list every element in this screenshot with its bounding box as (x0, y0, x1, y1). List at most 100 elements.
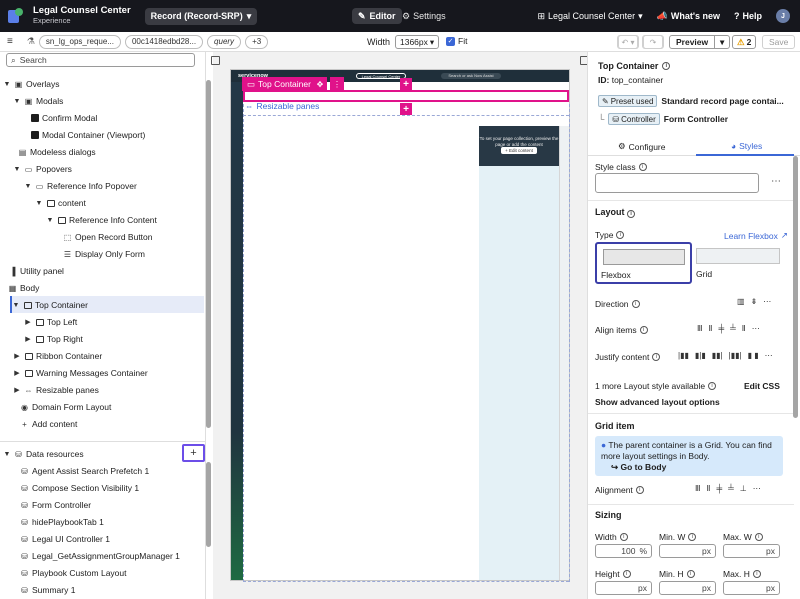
grid-option[interactable]: Grid (696, 246, 782, 282)
caret-down-icon[interactable]: ▼ (35, 200, 43, 207)
app-name[interactable]: Legal Counsel Center Experience (33, 6, 131, 26)
flexbox-option[interactable]: Flexbox (595, 242, 692, 284)
align-end-icon[interactable]: ╧ (728, 484, 734, 493)
chevron-down-icon[interactable]: ▾ (715, 36, 729, 48)
tree-item-ribbon-container[interactable]: ▶ Ribbon Container (13, 348, 102, 364)
data-resource-item[interactable]: ⛁ Summary 1 (20, 582, 75, 598)
info-icon[interactable]: i (708, 382, 717, 390)
more-options-button[interactable]: ⋮ (330, 77, 344, 91)
direction-row-icon[interactable]: ▥ (737, 297, 745, 306)
info-icon[interactable]: i (639, 326, 648, 334)
url-param-chip[interactable]: 00c1418edbd28... (124, 34, 204, 49)
info-icon[interactable]: i (631, 300, 640, 308)
tree-item-utility-panel[interactable]: ▐ Utility panel (8, 263, 64, 279)
info-icon[interactable]: i (688, 533, 697, 541)
tree-item-content[interactable]: ▼ content (35, 195, 86, 211)
align-start-icon[interactable]: Ⅱ (707, 484, 711, 493)
show-advanced-layout-button[interactable]: Show advanced layout options (595, 397, 720, 407)
caret-down-icon[interactable]: ▼ (13, 98, 21, 105)
undo-button[interactable]: ↶ ▾ (617, 35, 639, 49)
caret-right-icon[interactable]: ▶ (24, 335, 32, 343)
info-icon[interactable]: i (752, 570, 761, 578)
collapse-left-panel-icon[interactable] (211, 56, 220, 65)
info-icon[interactable]: i (638, 163, 647, 171)
info-icon[interactable]: i (754, 533, 763, 541)
preview-edit-content-button[interactable]: + Edit content (501, 147, 537, 154)
tab-styles[interactable]: ◕ Styles (731, 141, 762, 151)
add-content-above-button[interactable]: + (400, 78, 412, 90)
menu-icon[interactable]: ≡ (7, 36, 13, 47)
align-start-icon[interactable]: Ⅱ (709, 324, 713, 333)
justify-between-icon[interactable]: |▮▮| (729, 351, 742, 360)
save-button[interactable]: Save (762, 35, 796, 49)
warnings-button[interactable]: ⚠ 2 (732, 35, 757, 49)
data-resource-item[interactable]: ⛁ Agent Assist Search Prefetch 1 (20, 463, 149, 479)
info-icon[interactable]: i (635, 486, 644, 494)
go-to-body-link[interactable]: ↪ Go to Body (611, 462, 777, 473)
top-container-tag[interactable]: ▭ Top Container (242, 77, 316, 91)
help-button[interactable]: ? Help (734, 11, 762, 21)
caret-right-icon[interactable]: ▶ (13, 352, 21, 360)
align-end-icon[interactable]: ╧ (730, 324, 736, 333)
min-width-input[interactable]: px (659, 544, 716, 558)
more-horizontal-icon[interactable]: ⋯ (765, 351, 773, 360)
tree-item-modal-container[interactable]: Modal Container (Viewport) (30, 127, 145, 143)
caret-right-icon[interactable]: ▶ (24, 318, 32, 326)
tree-item-modals[interactable]: ▼ ▣ Modals (13, 93, 64, 109)
info-icon[interactable]: i (619, 533, 628, 541)
style-class-input[interactable] (595, 173, 759, 193)
panel-divider[interactable] (0, 441, 205, 442)
direction-column-icon[interactable]: ⇟ (751, 297, 758, 306)
data-resource-item[interactable]: ⛁ Legal_GetAssignmentGroupManager 1 (20, 548, 180, 564)
search-input[interactable]: ⌕ Search (6, 53, 195, 67)
caret-down-icon[interactable]: ▼ (3, 81, 11, 88)
tree-item-modeless-dialogs[interactable]: ▤ Modeless dialogs (18, 144, 96, 160)
data-resources-scrollbar[interactable] (206, 462, 211, 547)
url-param-chip[interactable]: sn_lg_ops_reque... (38, 34, 121, 49)
tree-item-overlays[interactable]: ▼ ▣ Overlays (3, 76, 60, 92)
tree-item-confirm-modal[interactable]: Confirm Modal (30, 110, 97, 126)
data-resource-item[interactable]: ⛁ Playbook Custom Layout (20, 565, 126, 581)
redo-button[interactable]: ↷ (642, 35, 664, 49)
align-baseline-icon[interactable]: ⊥ (740, 484, 747, 493)
tree-item-reference-info-popover[interactable]: ▼ ▭ Reference Info Popover (24, 178, 137, 194)
caret-right-icon[interactable]: ▶ (13, 386, 21, 394)
page-preview-frame[interactable]: servicenow Legal Counsel Center Search o… (230, 69, 570, 581)
tree-item-open-record-button[interactable]: ⬚ Open Record Button (63, 229, 153, 245)
user-avatar[interactable]: J (776, 9, 790, 23)
data-resource-item[interactable]: ⛁ hidePlaybookTab 1 (20, 514, 104, 530)
width-input[interactable]: 100 % (595, 544, 652, 558)
info-icon[interactable]: i (662, 62, 671, 70)
justify-around-icon[interactable]: ▮ ▮ (748, 351, 759, 360)
max-width-input[interactable]: px (723, 544, 780, 558)
flask-icon[interactable]: ⚗ (27, 36, 35, 47)
url-param-chip[interactable]: query (207, 34, 242, 49)
tree-item-top-right[interactable]: ▶ Top Right (24, 331, 83, 347)
learn-flexbox-link[interactable]: Learn Flexbox ↗ (724, 230, 788, 241)
data-resource-item[interactable]: ⛁ Compose Section Visibility 1 (20, 480, 139, 496)
more-horizontal-icon[interactable]: ⋯ (771, 176, 781, 187)
info-icon[interactable]: i (622, 570, 631, 578)
info-icon[interactable]: i (686, 570, 695, 578)
add-content-below-button[interactable]: + (400, 103, 412, 115)
tree-item-reference-info-content[interactable]: ▼ Reference Info Content (46, 212, 157, 228)
editor-mode-button[interactable]: ✎ Editor (352, 8, 402, 24)
align-center-icon[interactable]: ╪ (716, 484, 722, 493)
align-center-icon[interactable]: ╪ (718, 324, 724, 333)
align-baseline-icon[interactable]: Ⅱ (742, 324, 746, 333)
caret-down-icon[interactable]: ▼ (24, 183, 32, 190)
edit-css-button[interactable]: Edit CSS (744, 381, 780, 391)
tree-item-body[interactable]: ▦ Body (8, 280, 40, 296)
data-resource-item[interactable]: ⛁ Form Controller (20, 497, 91, 513)
page-variant-select[interactable]: Record (Record-SRP) ▾ (144, 7, 258, 25)
tab-configure[interactable]: ⚙ Configure (618, 141, 665, 152)
justify-end-icon[interactable]: ▮▮| (712, 351, 723, 360)
caret-down-icon[interactable]: ▼ (46, 217, 54, 224)
tree-scrollbar[interactable] (206, 80, 211, 428)
fit-checkbox[interactable]: ✓ Fit (446, 36, 467, 46)
whats-new-button[interactable]: 📣 What's new (657, 11, 720, 22)
align-stretch-icon[interactable]: Ⅲ (697, 324, 703, 333)
justify-start-icon[interactable]: |▮▮ (678, 351, 689, 360)
width-select[interactable]: 1366px ▾ (395, 35, 440, 49)
info-icon[interactable]: i (652, 353, 661, 361)
